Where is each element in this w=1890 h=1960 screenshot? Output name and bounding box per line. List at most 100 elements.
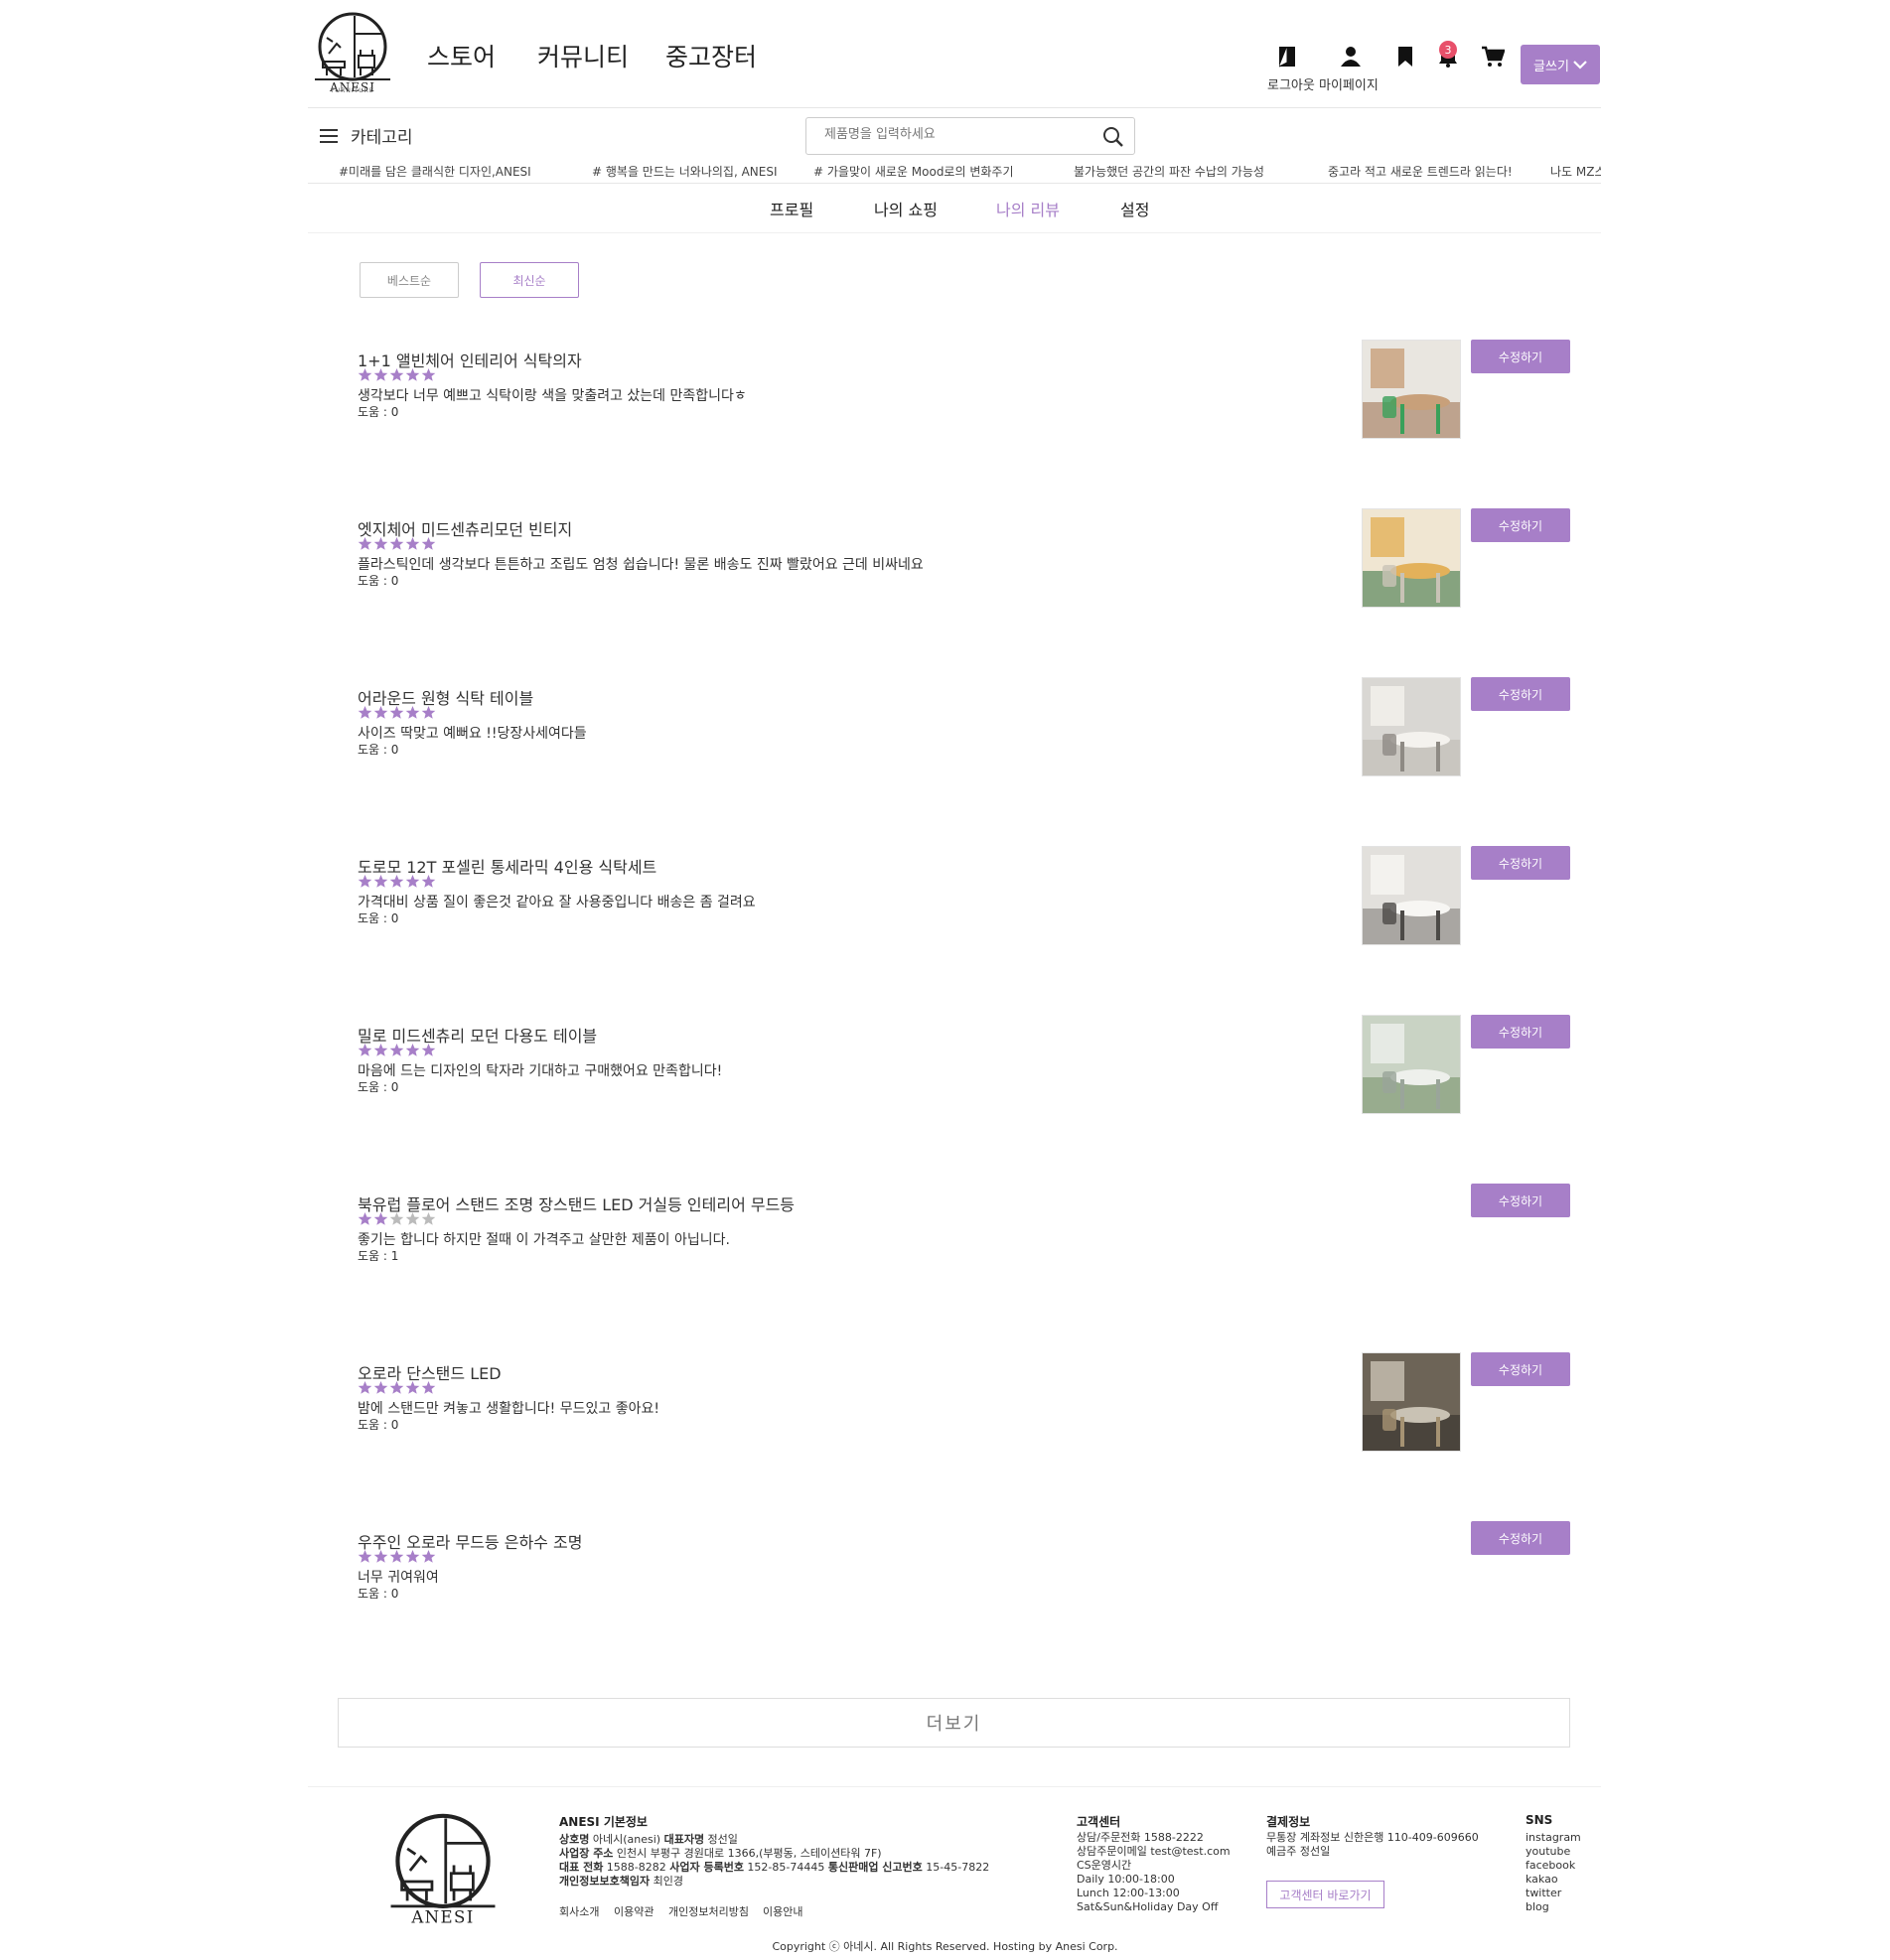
star-icon (373, 1212, 388, 1225)
star-icon (373, 1550, 388, 1563)
search-box[interactable] (805, 117, 1135, 155)
search-input[interactable] (824, 127, 1083, 142)
cs-line: CS운영시간 (1077, 1859, 1132, 1872)
review-photo[interactable] (1362, 1352, 1461, 1452)
star-icon (373, 1044, 388, 1056)
nav-store[interactable]: 스토어 (427, 38, 496, 73)
sns-link-kakao[interactable]: kakao (1526, 1873, 1581, 1887)
star-icon (358, 368, 372, 381)
brand-logo[interactable]: ANESI (311, 12, 394, 95)
cs-line: 상담주문이메일 test@test.com (1077, 1845, 1231, 1858)
footer-cs-title: 고객센터 (1077, 1815, 1121, 1829)
star-icon (373, 1381, 388, 1394)
star-icon (358, 1044, 372, 1056)
tab-my-shopping[interactable]: 나의 쇼핑 (874, 197, 938, 220)
footer-info-title: ANESI 기본정보 (559, 1815, 648, 1829)
review-body: 밤에 스탠드만 켜놓고 생활합니다! 무드있고 좋아요! (358, 1401, 659, 1417)
star-icon (405, 368, 420, 381)
star-icon (389, 368, 404, 381)
review-item: 우주인 오로라 무드등 은하수 조명 너무 귀여워여 도움 : 0 수정하기 (358, 1521, 1579, 1658)
edit-review-button[interactable]: 수정하기 (1471, 677, 1570, 711)
footer-link-terms[interactable]: 이용약관 (614, 1903, 654, 1919)
edit-review-button[interactable]: 수정하기 (1471, 1015, 1570, 1049)
footer-logo: ANESI (385, 1813, 501, 1928)
ticker-item[interactable]: 중고라 적고 새로운 트렌드라 읽는다! (1328, 163, 1513, 180)
footer-info-line: 개인정보보호책임자 최인경 (559, 1875, 989, 1889)
search-icon[interactable] (1102, 126, 1124, 148)
review-photo[interactable] (1362, 508, 1461, 608)
copyright: Copyright ⓒ 아네시. All Rights Reserved. Ho… (772, 1940, 1118, 1953)
footer-sns-list: instagram youtube facebook kakao twitter… (1526, 1831, 1581, 1914)
tab-profile[interactable]: 프로필 (770, 197, 813, 220)
star-icon (389, 537, 404, 550)
footer-sns-title: SNS (1526, 1813, 1553, 1827)
footer-info-line: 대표 전화 1588-8282 사업자 등록번호 152-85-74445 통신… (559, 1861, 989, 1875)
sort-best-button[interactable]: 베스트순 (360, 262, 459, 298)
cart-icon[interactable] (1479, 43, 1507, 70)
star-icon (421, 706, 436, 719)
star-icon (373, 368, 388, 381)
star-icon (358, 1212, 372, 1225)
nav-community[interactable]: 커뮤니티 (537, 38, 629, 73)
star-icon (373, 706, 388, 719)
review-rating (358, 367, 436, 382)
edit-review-button[interactable]: 수정하기 (1471, 846, 1570, 880)
star-icon (389, 1381, 404, 1394)
review-helpful-count: 도움 : 0 (358, 405, 399, 419)
review-helpful-count: 도움 : 0 (358, 911, 399, 925)
review-body: 플라스틱인데 생각보다 튼튼하고 조립도 엄청 쉽습니다! 물론 배송도 진짜 … (358, 557, 924, 573)
footer-info-label: 개인정보보호책임자 (559, 1875, 651, 1888)
star-icon (421, 368, 436, 381)
ticker-item[interactable]: # 행복을 만드는 너와나의집, ANESI (592, 163, 778, 180)
sort-recent-button[interactable]: 최신순 (480, 262, 579, 298)
ticker-item[interactable]: 불가능했던 공간의 파잔 수납의 가능성 (1074, 163, 1264, 180)
mypage-label[interactable]: 마이페이지 (1319, 74, 1379, 93)
footer-info-value: 아네시(anesi) (589, 1833, 664, 1846)
bookmark-icon[interactable] (1391, 43, 1419, 70)
footer-link-guide[interactable]: 이용안내 (763, 1903, 802, 1919)
star-icon (373, 537, 388, 550)
cs-line: Lunch 12:00-13:00 (1077, 1887, 1180, 1899)
review-photo[interactable] (1362, 846, 1461, 945)
logout-label[interactable]: 로그아웃 (1267, 74, 1315, 93)
review-rating (358, 705, 436, 720)
review-photo[interactable] (1362, 1015, 1461, 1114)
footer-brand-name: ANESI (410, 1907, 474, 1926)
review-body: 가격대비 상품 질이 좋은것 같아요 잘 사용중입니다 배송은 좀 걸려요 (358, 895, 756, 910)
ticker-item[interactable]: #미래를 담은 클래식한 디자인,ANESI (339, 163, 531, 180)
edit-review-button[interactable]: 수정하기 (1471, 1184, 1570, 1217)
footer-info-label: 사업장 주소 (559, 1847, 614, 1860)
cs-line: 상담/주문전화 1588-2222 (1077, 1831, 1204, 1844)
ticker-item[interactable]: 나도 MZ스 (1550, 163, 1601, 180)
star-icon (405, 537, 420, 550)
ticker-item[interactable]: # 가을맞이 새로운 Mood로의 변화주기 (813, 163, 1014, 180)
tab-settings[interactable]: 설정 (1120, 197, 1149, 220)
review-rating (358, 874, 436, 889)
load-more-button[interactable]: 더보기 (338, 1698, 1570, 1748)
category-menu[interactable]: 카테고리 (319, 123, 413, 148)
edit-review-button[interactable]: 수정하기 (1471, 340, 1570, 373)
sns-link-instagram[interactable]: instagram (1526, 1831, 1581, 1845)
write-button[interactable]: 글쓰기 (1521, 45, 1600, 84)
review-photo[interactable] (1362, 340, 1461, 439)
user-icon[interactable] (1337, 43, 1365, 70)
nav-used-market[interactable]: 중고장터 (665, 38, 757, 73)
footer-link-privacy[interactable]: 개인정보처리방침 (668, 1903, 749, 1919)
sns-link-twitter[interactable]: twitter (1526, 1887, 1581, 1900)
hashtag-ticker: #미래를 담은 클래식한 디자인,ANESI # 행복을 만드는 너와나의집, … (308, 159, 1601, 183)
sns-link-blog[interactable]: blog (1526, 1900, 1581, 1914)
edit-review-button[interactable]: 수정하기 (1471, 1521, 1570, 1555)
sns-link-youtube[interactable]: youtube (1526, 1845, 1581, 1859)
footer-info-label: 대표자명 (663, 1833, 705, 1846)
sns-link-facebook[interactable]: facebook (1526, 1859, 1581, 1873)
edit-review-button[interactable]: 수정하기 (1471, 508, 1570, 542)
footer-link-about[interactable]: 회사소개 (559, 1903, 599, 1919)
review-helpful-count: 도움 : 1 (358, 1249, 399, 1263)
review-helpful-count: 도움 : 0 (358, 1080, 399, 1094)
review-photo[interactable] (1362, 677, 1461, 776)
customer-center-button[interactable]: 고객센터 바로가기 (1266, 1881, 1384, 1908)
footer-info-label: 사업자 등록번호 (669, 1861, 744, 1874)
tab-my-reviews[interactable]: 나의 리뷰 (996, 197, 1060, 220)
edit-review-button[interactable]: 수정하기 (1471, 1352, 1570, 1386)
logout-icon[interactable] (1273, 43, 1301, 70)
